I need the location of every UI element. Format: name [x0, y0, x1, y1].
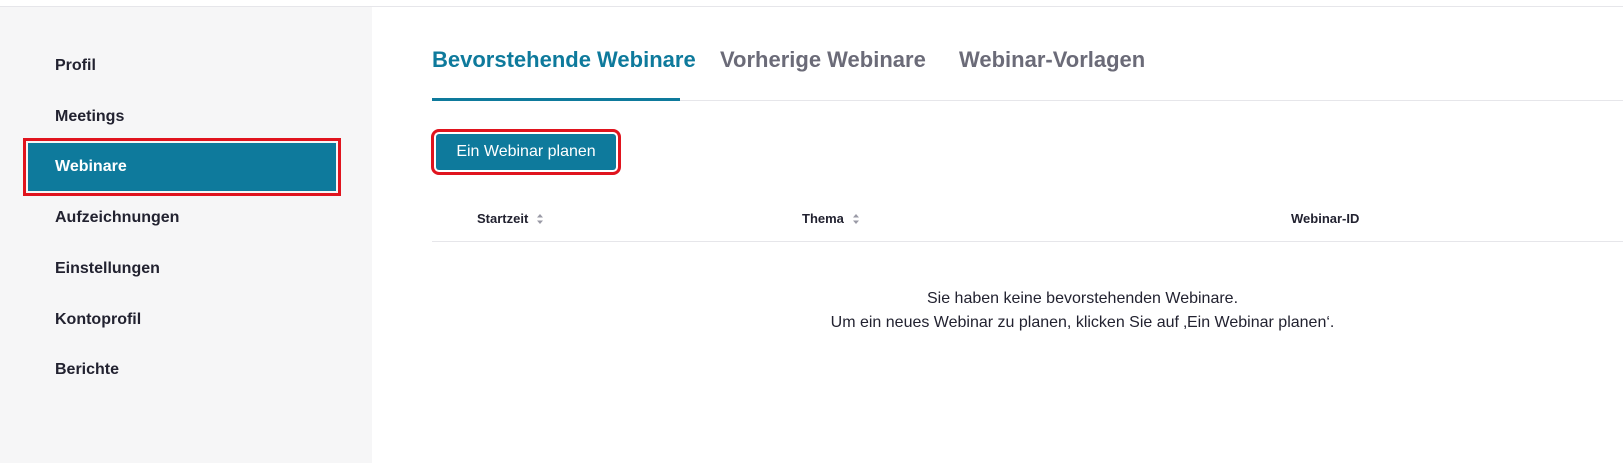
sidebar-item-label: Webinare [55, 158, 127, 175]
sidebar-item-label: Berichte [55, 361, 120, 378]
empty-state-line-2: Um ein neues Webinar zu planen, klicken … [830, 314, 1335, 331]
sidebar-item-label: Kontoprofil [55, 311, 142, 328]
empty-state-line-1: Sie haben keine bevorstehenden Webinare. [926, 290, 1239, 307]
column-header-label: Webinar-ID [1291, 211, 1360, 226]
column-header-webinar-id: Webinar-ID [1291, 211, 1359, 226]
top-divider [0, 0, 1623, 7]
sidebar-item-label: Profil [55, 57, 96, 74]
sidebar: Profil Meetings Webinare Aufzeichnungen … [0, 7, 372, 463]
schedule-webinar-button[interactable]: Ein Webinar planen [431, 129, 621, 175]
sidebar-item-label: Meetings [55, 108, 125, 125]
sidebar-item-label: Einstellungen [55, 260, 160, 277]
sidebar-item-label: Aufzeichnungen [55, 209, 180, 226]
tab-webinar-templates[interactable]: Webinar-Vorlagen [959, 47, 1145, 73]
sidebar-item-profil[interactable]: Profil [28, 42, 336, 90]
sort-icon[interactable] [852, 213, 860, 225]
table-header: Startzeit Thema Webinar-ID [432, 197, 1623, 242]
column-header-label: Thema [802, 211, 844, 226]
sidebar-item-aufzeichnungen[interactable]: Aufzeichnungen [28, 194, 336, 242]
column-header-label: Startzeit [477, 211, 529, 226]
main-content: Bevorstehende Webinare Vorherige Webinar… [372, 7, 1623, 463]
tab-upcoming-webinars[interactable]: Bevorstehende Webinare [432, 47, 696, 73]
sidebar-item-einstellungen[interactable]: Einstellungen [28, 245, 336, 293]
active-tab-indicator [432, 98, 680, 101]
sort-icon[interactable] [536, 213, 544, 225]
empty-state-message: Sie haben keine bevorstehenden Webinare.… [432, 287, 1623, 335]
tab-bar: Bevorstehende Webinare Vorherige Webinar… [432, 7, 1623, 101]
column-header-startzeit[interactable]: Startzeit [477, 211, 544, 226]
sidebar-item-kontoprofil[interactable]: Kontoprofil [28, 296, 336, 344]
sidebar-item-berichte[interactable]: Berichte [28, 346, 336, 394]
sidebar-item-webinare[interactable]: Webinare [23, 138, 341, 196]
column-header-thema[interactable]: Thema [802, 211, 860, 226]
tab-previous-webinars[interactable]: Vorherige Webinare [720, 47, 926, 73]
sidebar-item-meetings[interactable]: Meetings [28, 93, 336, 141]
